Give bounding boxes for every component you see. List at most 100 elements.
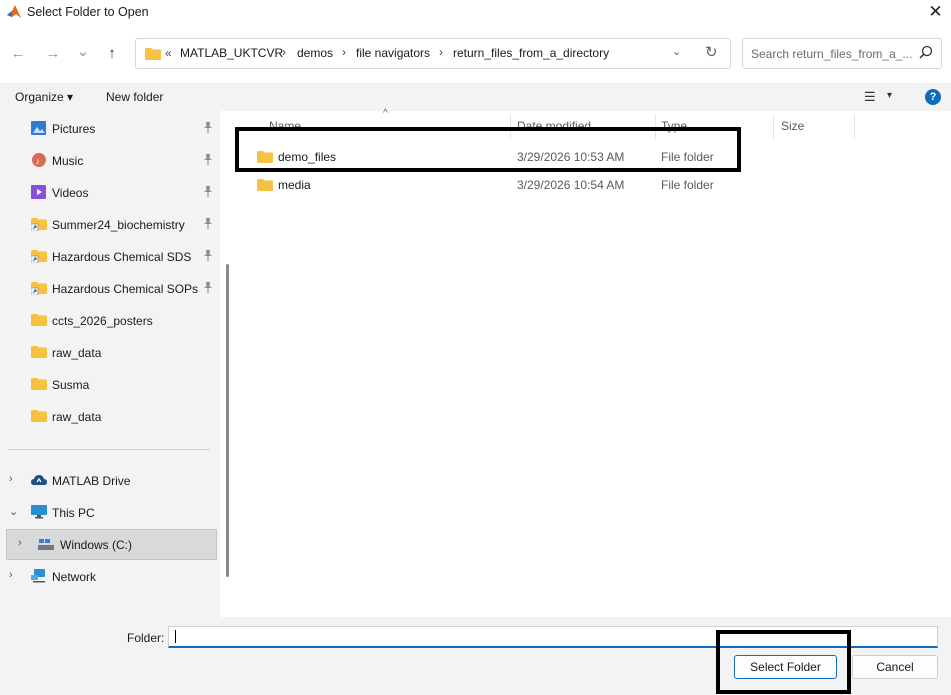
annotation-box-select-folder xyxy=(716,630,851,694)
address-dropdown-icon[interactable]: ⌄ xyxy=(672,45,681,58)
breadcrumb-separator[interactable]: › xyxy=(439,45,443,59)
close-button[interactable]: ✕ xyxy=(920,0,951,24)
sidebar-icon-wrap xyxy=(31,345,47,359)
chevron-right-icon[interactable]: › xyxy=(9,569,13,581)
sidebar-item-hazardous-chemical-sds[interactable]: Hazardous Chemical SDS xyxy=(0,245,213,269)
help-icon[interactable]: ? xyxy=(925,89,941,105)
sidebar-icon-wrap: ♪ xyxy=(31,153,47,167)
up-button[interactable]: ↑ xyxy=(101,42,123,64)
sidebar-item-summer24-biochemistry[interactable]: Summer24_biochemistry xyxy=(0,213,213,237)
folder-icon xyxy=(257,179,273,191)
tree-item-label: This PC xyxy=(52,506,95,520)
breadcrumb-matlab-uktcvr[interactable]: MATLAB_UKTCVR xyxy=(180,46,283,60)
network-icon xyxy=(31,569,45,583)
folder-icon xyxy=(145,48,161,60)
folder-icon xyxy=(31,410,47,422)
pin-glyph-icon xyxy=(204,186,212,197)
sidebar-item-label: raw_data xyxy=(52,346,102,360)
sidebar-icon-wrap xyxy=(30,249,47,264)
organize-menu[interactable]: Organize ▾ xyxy=(15,90,73,104)
breadcrumb-demos[interactable]: demos xyxy=(297,46,333,60)
up-arrow-icon: ↑ xyxy=(108,44,116,62)
search-input[interactable]: Search return_files_from_a_... xyxy=(742,38,942,69)
cancel-button[interactable]: Cancel xyxy=(852,655,938,679)
back-button[interactable]: ← xyxy=(7,42,29,64)
tree-item-label: Windows (C:) xyxy=(60,538,133,552)
view-dropdown-icon[interactable]: ▾ xyxy=(887,90,892,101)
text-caret xyxy=(175,630,176,643)
column-separator[interactable] xyxy=(773,114,774,139)
sort-ascending-icon: ^ xyxy=(383,108,388,119)
pin-icon[interactable] xyxy=(203,154,213,168)
sidebar-icon-wrap xyxy=(30,281,47,296)
sidebar-item-music[interactable]: ♪ Music xyxy=(0,149,213,173)
address-bar[interactable]: « MATLAB_UKTCVR › demos › file navigator… xyxy=(135,38,731,69)
breadcrumb-file-navigators[interactable]: file navigators xyxy=(356,46,430,60)
pin-glyph-icon xyxy=(204,250,212,261)
sidebar-item-pictures[interactable]: Pictures xyxy=(0,117,213,141)
sidebar-item-label: Hazardous Chemical SDS xyxy=(52,250,192,264)
file-date: 3/29/2026 10:54 AM xyxy=(517,178,625,192)
sidebar-item-hazardous-chemical-sops[interactable]: Hazardous Chemical SOPs xyxy=(0,277,213,301)
pin-icon[interactable] xyxy=(203,282,213,296)
recent-locations-button[interactable]: ⌄ xyxy=(72,40,94,62)
file-list-pane: ^ Name Date modified Type Size demo_file… xyxy=(235,108,951,617)
pin-icon[interactable] xyxy=(203,186,213,200)
sidebar-item-raw-data[interactable]: raw_data xyxy=(0,405,210,429)
chevron-down-icon: ⌄ xyxy=(76,43,90,60)
tree-icon-wrap xyxy=(31,569,47,583)
sidebar-item-label: Videos xyxy=(52,186,89,200)
pin-glyph-icon xyxy=(204,218,212,229)
music-icon: ♪ xyxy=(32,153,46,167)
forward-button[interactable]: → xyxy=(42,42,64,64)
svg-text:♪: ♪ xyxy=(36,156,41,166)
folder-shortcut-icon xyxy=(30,250,47,264)
videos-icon xyxy=(31,185,46,199)
new-folder-button[interactable]: New folder xyxy=(106,90,163,104)
folder-shortcut-icon xyxy=(30,218,47,232)
file-row-media[interactable]: media 3/29/2026 10:54 AM File folder xyxy=(253,173,753,197)
sidebar-item-label: Summer24_biochemistry xyxy=(52,218,185,232)
sidebar-item-ccts-2026-posters[interactable]: ccts_2026_posters xyxy=(0,309,210,333)
tree-item-network[interactable]: › Network xyxy=(0,565,210,589)
cloud-icon xyxy=(31,475,47,485)
file-type: File folder xyxy=(661,178,714,192)
pictures-icon xyxy=(31,121,46,135)
sidebar-item-raw-data[interactable]: raw_data xyxy=(0,341,210,365)
breadcrumb-separator[interactable]: › xyxy=(282,45,286,59)
sidebar-item-label: raw_data xyxy=(52,410,102,424)
folder-shortcut-icon xyxy=(30,282,47,296)
refresh-icon[interactable]: ↻ xyxy=(705,43,718,61)
search-icon[interactable] xyxy=(919,45,933,59)
column-separator[interactable] xyxy=(854,114,855,139)
sidebar-item-label: Hazardous Chemical SOPs xyxy=(52,282,199,296)
breadcrumb-separator[interactable]: › xyxy=(342,45,346,59)
chevron-right-icon[interactable]: › xyxy=(9,473,13,485)
file-icon-wrap xyxy=(257,178,273,194)
sidebar-item-susma[interactable]: Susma xyxy=(0,373,210,397)
breadcrumb-overflow[interactable]: « xyxy=(165,46,172,60)
tree-icon-wrap xyxy=(38,537,54,551)
chevron-down-icon[interactable]: ⌄ xyxy=(9,505,18,518)
pin-icon[interactable] xyxy=(203,218,213,232)
column-header-size[interactable]: Size xyxy=(781,119,804,133)
tree-item-this-pc[interactable]: ⌄ This PC xyxy=(0,501,210,525)
tree-icon-wrap xyxy=(31,473,47,487)
pin-icon[interactable] xyxy=(203,122,213,136)
sidebar-item-videos[interactable]: Videos xyxy=(0,181,213,205)
file-name: media xyxy=(278,178,311,192)
title-bar: Select Folder to Open ✕ xyxy=(0,0,951,26)
chevron-right-icon[interactable]: › xyxy=(18,537,22,549)
forward-arrow-icon: → xyxy=(45,44,61,62)
tree-icon-wrap xyxy=(31,505,47,519)
pin-icon[interactable] xyxy=(203,250,213,264)
sidebar-item-label: Pictures xyxy=(52,122,96,136)
sidebar-scrollbar[interactable] xyxy=(226,264,229,577)
tree-item-matlab-drive[interactable]: › MATLAB Drive xyxy=(0,469,210,493)
pin-glyph-icon xyxy=(204,122,212,133)
sidebar-icon-wrap xyxy=(31,377,47,391)
tree-item-windows-c-[interactable]: › Windows (C:) xyxy=(0,533,210,557)
tree-item-label: MATLAB Drive xyxy=(52,474,131,488)
breadcrumb-return-files[interactable]: return_files_from_a_directory xyxy=(453,46,609,60)
view-menu-icon[interactable]: ☰ xyxy=(864,89,876,105)
